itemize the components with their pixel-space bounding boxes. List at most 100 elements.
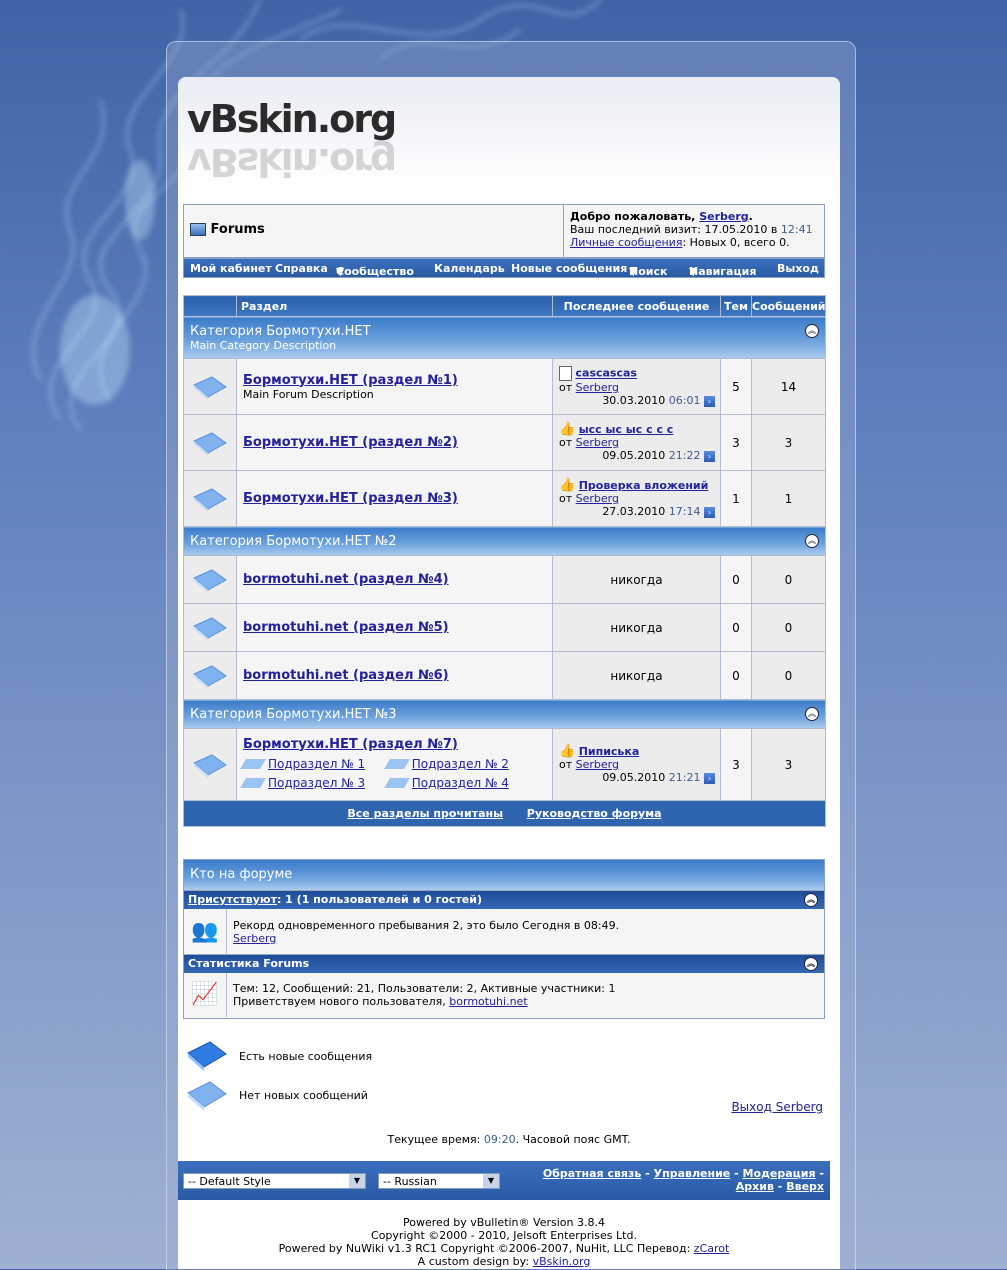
current-time: Текущее время: 09:20. Часовой пояс GMT. [387,1133,631,1146]
forum-old-posts-icon [187,1081,227,1111]
forum-row: Бормотухи.НЕТ (раздел №2) 👍 ысс ыс ыс с … [183,414,826,471]
dropdown-arrow-icon: ▼ [349,1174,365,1188]
welcome-user-link[interactable]: Serberg [699,210,748,223]
forum-list-header: Раздел Последнее сообщение Тем Сообщений [183,295,826,317]
forum-guide-link[interactable]: Руководство форума [527,807,662,820]
subforum-link[interactable]: Подраздел № 1 [268,757,365,771]
moderation-link[interactable]: Модерация [743,1167,816,1180]
go-to-last-post-icon[interactable]: › [704,506,715,518]
collapse-icon[interactable]: ︽ [805,533,819,548]
new-user-link[interactable]: bormotuhi.net [449,995,527,1008]
subforum-icon [240,759,266,769]
forum-row: Бормотухи.НЕТ (раздел №3) 👍 Проверка вло… [183,470,826,527]
site-logo[interactable]: vBskin.org [187,97,397,141]
users-icon: 👥 [184,909,227,954]
whos-online-title: Кто на форуме [184,860,824,890]
last-post-title[interactable]: ысс ыс ыс с с с [579,423,674,436]
last-post-title[interactable]: Проверка вложений [579,479,709,492]
last-visit-text: Ваш последний визит: 17.05.2010 в [570,223,778,236]
last-post-user[interactable]: Serberg [576,492,619,505]
collapse-icon[interactable]: ︽ [804,893,818,907]
subforum-icon [383,759,410,769]
last-post-user[interactable]: Serberg [576,381,619,394]
archive-link[interactable]: Архив [736,1180,774,1193]
forum-row: Бормотухи.НЕТ (раздел №1) Main Forum Desc… [183,358,826,415]
style-select[interactable]: -- Default Style ▼ [183,1173,366,1189]
stats-row: 📈 Тем: 12, Сообщений: 21, Пользователи: … [184,973,824,1017]
admin-link[interactable]: Управление [654,1167,731,1180]
forum-description: Main Forum Description [243,387,374,401]
thumbs-up-icon: 👍 [559,478,576,493]
forum-link[interactable]: bormotuhi.net (раздел №6) [243,668,552,683]
nav-help[interactable]: Справка [275,262,328,275]
bottom-bar: -- Default Style ▼ -- Russian ▼ Обратная… [178,1161,830,1200]
category-row: ︽ Категория Бормотухи.НЕТ №2 [183,526,826,556]
forum-old-posts-icon [193,753,227,778]
copyright: Powered by vBulletin® Version 3.8.4 Copy… [278,1216,730,1268]
collapse-icon[interactable]: ︽ [805,323,819,338]
welcome-panel: Добро пожаловать, Serberg. Ваш последний… [563,205,824,257]
site-header: vBskin.org vBskin.org [178,77,840,202]
chevron-down-icon: ▼ [689,265,698,278]
subforum-link[interactable]: Подраздел № 3 [268,776,365,790]
forum-new-posts-icon [187,1041,227,1071]
category-row: ︽ Категория Бормотухи.НЕТ Main Category … [183,316,826,359]
forum-link[interactable]: bormotuhi.net (раздел №5) [243,620,552,635]
subforum-link[interactable]: Подраздел № 2 [412,757,509,771]
breadcrumb: Forums [190,222,265,237]
last-post-title[interactable]: Пиписька [579,745,640,758]
private-messages-link[interactable]: Личные сообщения [570,236,682,249]
last-post-title[interactable]: cascascas [576,367,637,380]
forum-link[interactable]: Бормотухи.НЕТ (раздел №3) [243,491,552,506]
navbar: Мой кабинет Справка Сообщество ▼ Календа… [183,258,825,278]
top-link[interactable]: Вверх [786,1180,824,1193]
go-to-last-post-icon[interactable]: › [704,395,715,407]
translator-link[interactable]: zCarot [694,1242,730,1255]
forum-row: bormotuhi.net (раздел №6) никогда 0 0 [183,651,826,700]
forum-list-footer: Все разделы прочитаны Руководство форума [183,800,826,827]
nav-logout[interactable]: Выход [777,262,819,275]
forum-old-posts-icon [193,431,227,456]
page-title: Forums [210,222,265,237]
designer-link[interactable]: vBskin.org [533,1255,591,1268]
online-user-link[interactable]: Serberg [233,932,276,945]
collapse-icon[interactable]: ︽ [804,957,818,971]
category-title[interactable]: Категория Бормотухи.НЕТ №3 [184,707,825,722]
mark-all-read-link[interactable]: Все разделы прочитаны [347,807,503,820]
chart-icon: 📈 [184,973,227,1017]
subforum-list: Подраздел № 1 Подраздел № 2 Подраздел № … [240,755,552,793]
thumbs-up-icon: 👍 [559,744,576,759]
category-title[interactable]: Категория Бормотухи.НЕТ [184,324,825,339]
forum-old-posts-icon [193,664,227,689]
forum-row: bormotuhi.net (раздел №5) никогда 0 0 [183,603,826,652]
forum-link[interactable]: Бормотухи.НЕТ (раздел №2) [243,435,552,450]
forum-row: bormotuhi.net (раздел №4) никогда 0 0 [183,555,826,604]
collapse-icon[interactable]: ︽ [805,706,819,721]
forum-home-icon[interactable] [190,223,206,236]
online-present-link[interactable]: Присутствуют [188,893,277,906]
nav-new-posts[interactable]: Новые сообщения [511,262,627,275]
forum-link[interactable]: bormotuhi.net (раздел №4) [243,572,552,587]
breadcrumb-box: Forums Добро пожаловать, Serberg. Ваш по… [183,204,825,258]
category-title[interactable]: Категория Бормотухи.НЕТ №2 [184,534,825,549]
nav-calendar[interactable]: Календарь [434,262,505,275]
forum-old-posts-icon [193,616,227,641]
subforum-link[interactable]: Подраздел № 4 [412,776,509,790]
chevron-down-icon: ▼ [336,265,345,278]
forum-link[interactable]: Бормотухи.НЕТ (раздел №1) [243,373,552,388]
stats-header: ︽ Статистика Forums [184,954,824,973]
last-post-user[interactable]: Serberg [576,436,619,449]
online-users-header: ︽ Присутствуют: 1 (1 пользователей и 0 го… [184,890,824,909]
logout-link[interactable]: Выход Serberg [731,1100,823,1114]
dropdown-arrow-icon: ▼ [483,1174,499,1188]
contact-link[interactable]: Обратная связь [543,1167,642,1180]
online-record-row: 👥 Рекорд одновременного пребывания 2, эт… [184,909,824,954]
go-to-last-post-icon[interactable]: › [704,450,715,462]
forum-row: Бормотухи.НЕТ (раздел №7) Подраздел № 1 … [183,728,826,801]
legend: Есть новые сообщения Нет новых сообщений [186,1038,486,1118]
go-to-last-post-icon[interactable]: › [704,772,715,784]
last-post-user[interactable]: Serberg [576,758,619,771]
nav-my-cabinet[interactable]: Мой кабинет [190,262,272,275]
forum-link[interactable]: Бормотухи.НЕТ (раздел №7) [243,737,552,752]
language-select[interactable]: -- Russian ▼ [378,1173,500,1189]
